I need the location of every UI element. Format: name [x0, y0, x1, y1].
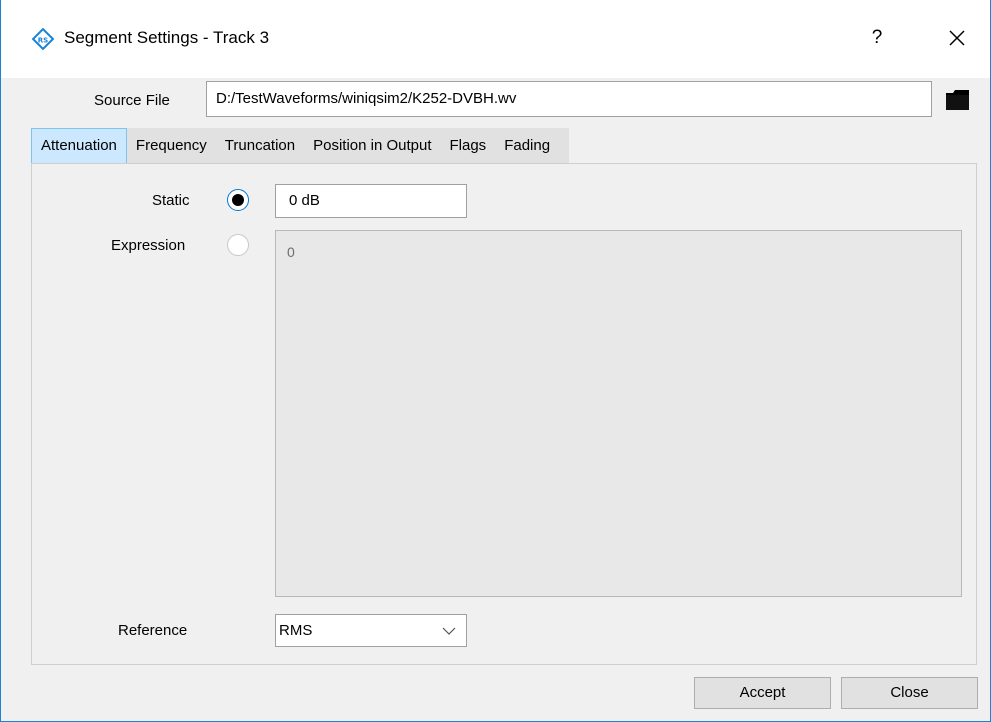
segment-settings-dialog: RS Segment Settings - Track 3 ? Source F… — [0, 0, 991, 722]
help-button[interactable]: ? — [859, 22, 895, 54]
tab-strip-end — [559, 128, 570, 164]
static-radio[interactable] — [227, 189, 249, 211]
svg-text:RS: RS — [38, 37, 48, 45]
chevron-down-icon — [442, 627, 456, 635]
close-icon — [949, 30, 965, 46]
tab-position-in-output[interactable]: Position in Output — [304, 128, 441, 164]
reference-select[interactable]: RMS — [275, 614, 467, 647]
tab-frequency[interactable]: Frequency — [126, 128, 216, 164]
title-bar: RS Segment Settings - Track 3 ? — [1, 0, 990, 78]
tab-fading[interactable]: Fading — [495, 128, 560, 164]
expression-textarea[interactable]: 0 — [275, 230, 962, 597]
static-value-field[interactable]: 0 dB — [275, 184, 467, 218]
source-file-field[interactable]: D:/TestWaveforms/winiqsim2/K252-DVBH.wv — [206, 81, 932, 117]
folder-icon — [946, 90, 969, 110]
source-file-label: Source File — [94, 92, 170, 109]
tab-flags[interactable]: Flags — [440, 128, 496, 164]
browse-button[interactable] — [943, 84, 973, 114]
tab-bar: Attenuation Frequency Truncation Positio… — [31, 128, 570, 164]
reference-label: Reference — [118, 622, 188, 639]
static-label: Static — [152, 192, 190, 209]
close-window-button[interactable] — [939, 22, 975, 54]
close-button[interactable]: Close — [841, 677, 978, 709]
rohde-schwarz-logo-icon: RS — [31, 27, 55, 51]
reference-value: RMS — [279, 622, 313, 639]
tab-attenuation[interactable]: Attenuation — [31, 128, 127, 164]
accept-button[interactable]: Accept — [694, 677, 831, 709]
tab-truncation[interactable]: Truncation — [215, 128, 305, 164]
window-title: Segment Settings - Track 3 — [64, 28, 270, 47]
expression-label: Expression — [111, 237, 186, 254]
expression-radio[interactable] — [227, 234, 249, 256]
